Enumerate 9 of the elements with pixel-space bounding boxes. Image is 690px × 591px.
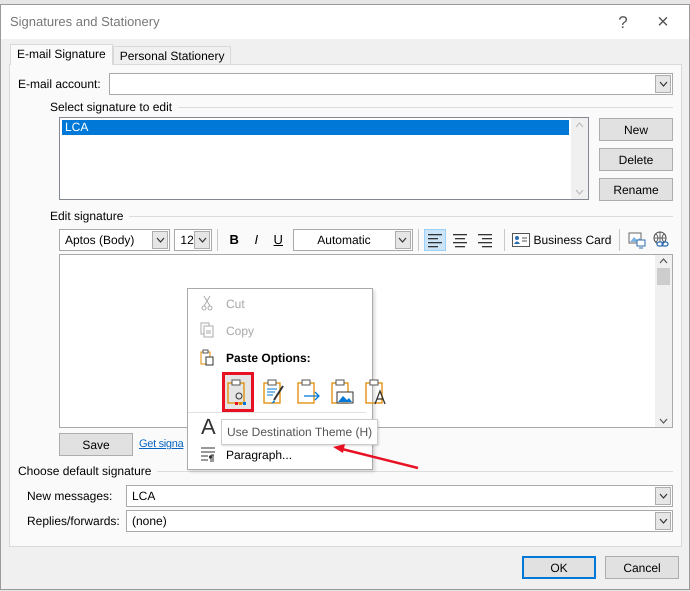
window-title: Signatures and Stationery	[10, 13, 161, 32]
section-label: Edit signature	[50, 208, 124, 225]
section-label: Choose default signature	[18, 463, 152, 480]
section-label: Select signature to edit	[50, 99, 172, 116]
field-label: E-mail account:	[18, 76, 102, 93]
field-label: Replies/forwards:	[27, 513, 121, 530]
tooltip: Use Destination Theme (H)	[221, 419, 378, 445]
field-label: New messages:	[27, 488, 114, 505]
menu-heading: Paste Options:	[188, 344, 372, 371]
